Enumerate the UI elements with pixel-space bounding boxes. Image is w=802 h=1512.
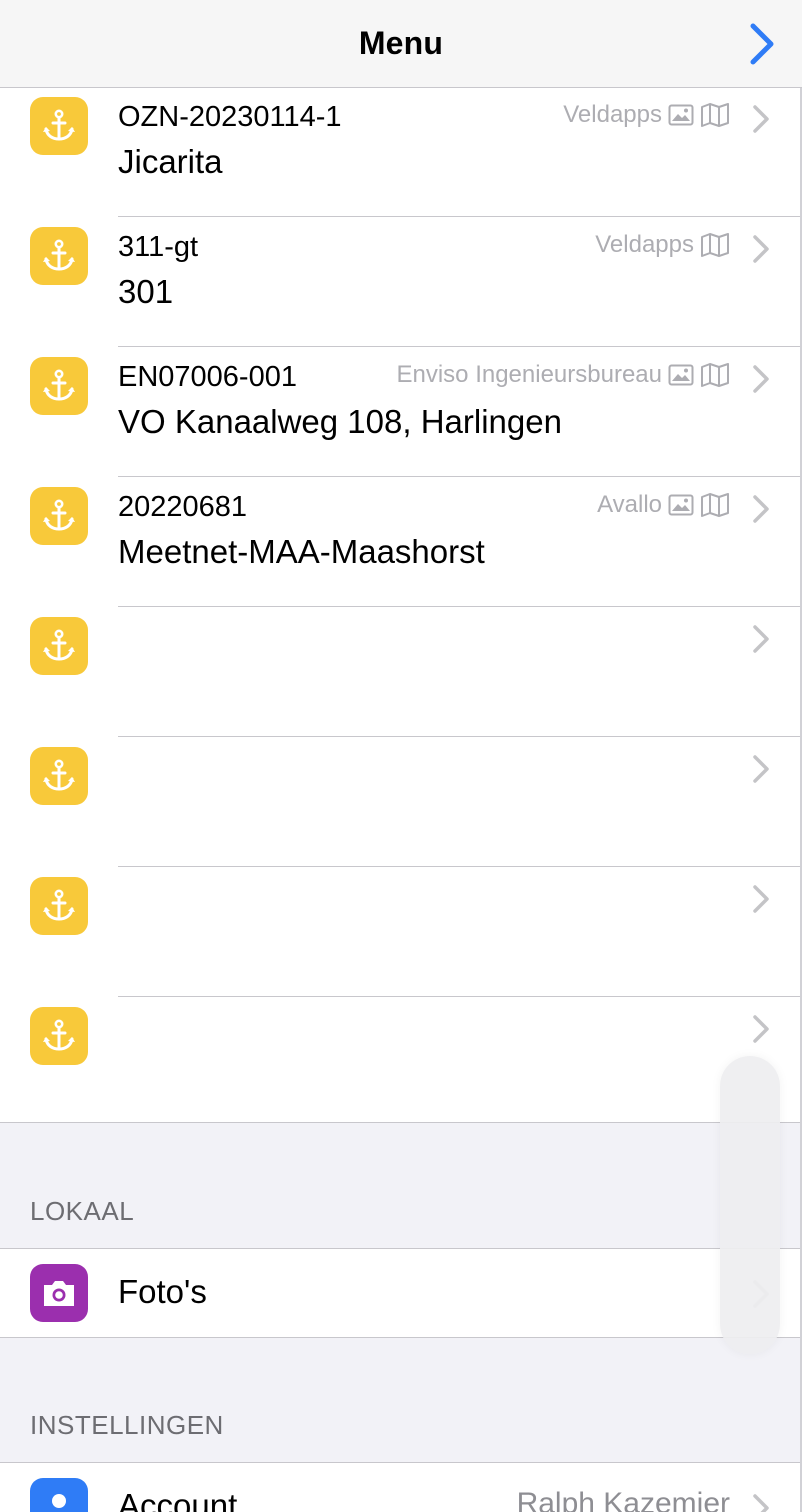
anchor-icon xyxy=(30,747,88,805)
photo-icon xyxy=(668,494,694,516)
project-list: OZN-20230114-1 Jicarita Veldapps 311-gt 301 V… xyxy=(0,88,800,1123)
navigation-bar: Menu xyxy=(0,0,802,88)
project-meta: Enviso Ingenieursbureau xyxy=(396,359,730,391)
project-org: Enviso Ingenieursbureau xyxy=(396,361,662,388)
project-row[interactable]: OZN-20230114-1 Jicarita Veldapps xyxy=(0,88,800,217)
project-name: VO Kanaalweg 108, Harlingen xyxy=(118,403,562,440)
chevron-right-icon xyxy=(753,885,769,913)
chevron-right-icon xyxy=(753,755,769,783)
list-item-account[interactable]: Account Ralph Kazemier xyxy=(0,1462,800,1512)
project-org: Veldapps xyxy=(595,231,694,258)
project-row[interactable] xyxy=(0,737,800,867)
chevron-right-icon xyxy=(753,365,769,393)
chevron-right-icon xyxy=(753,495,769,523)
map-icon xyxy=(701,363,729,387)
list-item-photos[interactable]: Foto's xyxy=(0,1248,800,1338)
anchor-icon xyxy=(30,227,88,285)
account-value: Ralph Kazemier xyxy=(516,1487,730,1512)
project-meta: Veldapps xyxy=(595,229,730,261)
anchor-icon xyxy=(30,357,88,415)
scroll-indicator[interactable] xyxy=(720,1056,780,1354)
project-row[interactable]: 311-gt 301 Veldapps xyxy=(0,217,800,347)
project-code: 311-gt xyxy=(118,231,199,263)
anchor-icon xyxy=(30,877,88,935)
project-code: 20220681 xyxy=(118,491,248,523)
chevron-right-icon xyxy=(753,235,769,263)
chevron-right-icon xyxy=(753,1494,769,1512)
anchor-icon xyxy=(30,97,88,155)
project-row[interactable] xyxy=(0,607,800,737)
map-icon xyxy=(701,233,729,257)
photos-label: Foto's xyxy=(118,1273,207,1310)
chevron-right-icon[interactable] xyxy=(748,22,776,66)
project-row[interactable] xyxy=(0,997,800,1122)
project-name: 301 xyxy=(118,273,174,310)
project-row[interactable] xyxy=(0,867,800,997)
photo-icon xyxy=(668,364,694,386)
map-icon xyxy=(701,493,729,517)
camera-icon xyxy=(30,1264,88,1322)
account-label: Account xyxy=(118,1487,238,1512)
project-code: OZN-20230114-1 xyxy=(118,101,342,133)
project-row[interactable]: EN07006-001 VO Kanaalweg 108, Harlingen En… xyxy=(0,347,800,477)
anchor-icon xyxy=(30,617,88,675)
anchor-icon xyxy=(30,487,88,545)
section-header-instellingen: INSTELLINGEN xyxy=(30,1410,224,1440)
chevron-right-icon xyxy=(753,105,769,133)
chevron-right-icon xyxy=(753,625,769,653)
photo-icon xyxy=(668,104,694,126)
project-code: EN07006-001 xyxy=(118,361,297,393)
map-icon xyxy=(701,103,729,127)
project-name: Jicarita xyxy=(118,143,223,180)
project-name: Meetnet-MAA-Maashorst xyxy=(118,533,485,570)
project-meta: Avallo xyxy=(597,489,730,521)
chevron-right-icon xyxy=(753,1015,769,1043)
section-header-lokaal: LOKAAL xyxy=(30,1196,135,1226)
page-title: Menu xyxy=(358,25,444,61)
project-org: Veldapps xyxy=(563,101,662,128)
project-org: Avallo xyxy=(597,491,662,518)
person-icon xyxy=(30,1478,88,1512)
project-meta: Veldapps xyxy=(563,99,730,131)
project-row[interactable]: 20220681 Meetnet-MAA-Maashorst Avallo xyxy=(0,477,800,607)
anchor-icon xyxy=(30,1007,88,1065)
